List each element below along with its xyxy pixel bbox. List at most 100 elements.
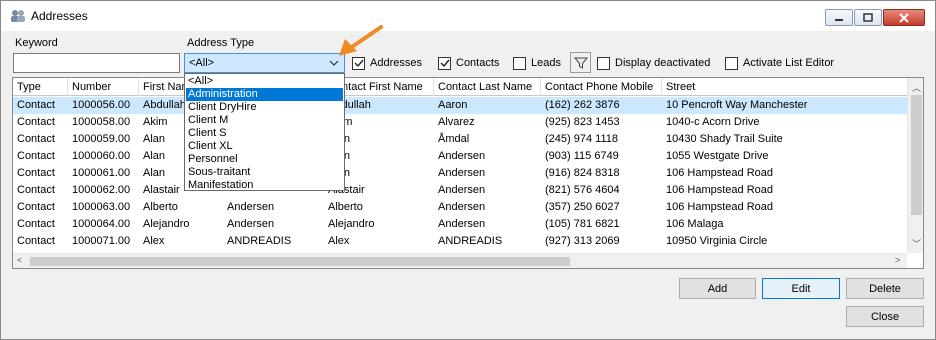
maximize-button[interactable] [854, 9, 882, 26]
window-title: Addresses [31, 9, 88, 23]
cell-contact-first-name: Alejandro [328, 218, 375, 230]
addresses-window: Addresses Keyword Address Type <All> Add… [0, 0, 936, 340]
table-row[interactable]: Contact 1000056.00 Abdullah Abdullah Aaron (1… [13, 97, 909, 114]
dropdown-option-manifestation[interactable]: Manifestation [186, 179, 343, 192]
column-header-contact-last-name[interactable]: Contact Last Name [434, 78, 541, 96]
minimize-button[interactable] [825, 9, 853, 26]
cell-number: 1000056.00 [72, 99, 131, 111]
cell-number: 1000061.00 [72, 167, 131, 179]
vertical-scroll-thumb[interactable] [911, 95, 922, 215]
horizontal-scroll-thumb[interactable] [30, 257, 570, 266]
column-header-type[interactable]: Type [13, 78, 68, 96]
cell-contact-phone-mobile: (162) 262 3876 [545, 99, 620, 111]
cell-contact-phone-mobile: (927) 313 2069 [545, 235, 620, 247]
cell-contact-last-name: Andersen [438, 150, 486, 162]
grid-header: Type Number First Name Contact First Nam… [13, 78, 909, 96]
table-row[interactable]: Contact1000058.00AkimAkimAlvarez(925) 82… [13, 114, 909, 131]
annotation-arrow-icon [339, 25, 383, 56]
scroll-down-icon[interactable]: ﹀ [912, 237, 921, 250]
filter-button[interactable] [570, 52, 591, 73]
contacts-icon [11, 10, 25, 22]
column-header-number[interactable]: Number [68, 78, 139, 96]
dropdown-option-client-m[interactable]: Client M [186, 114, 343, 127]
vertical-scrollbar[interactable]: ︿ ﹀ [907, 78, 923, 253]
address-type-dropdown-list: <All> Administration Client DryHire Clie… [184, 73, 345, 191]
cell-first-name: Alejandro [143, 218, 190, 230]
cell-contact-phone-mobile: (357) 250 6027 [545, 201, 620, 213]
checkbox-box [725, 56, 738, 70]
cell-contact-last-name: Andersen [438, 218, 486, 230]
cell-number: 1000064.00 [72, 218, 131, 230]
address-type-label: Address Type [187, 37, 255, 49]
dropdown-option-sous-traitant[interactable]: Sous-traitant [186, 166, 343, 179]
funnel-icon [573, 57, 588, 69]
minimize-icon [835, 18, 843, 21]
scroll-right-icon[interactable]: > [895, 255, 900, 265]
column-header-street[interactable]: Street [662, 78, 909, 96]
close-button[interactable]: Close [846, 306, 924, 327]
cell-type: Contact [17, 99, 55, 111]
cell-street: 106 Malaga [666, 218, 724, 230]
keyword-input[interactable] [13, 53, 180, 73]
table-row[interactable]: Contact 1000062.00 Alastair Alastair Anderse… [13, 182, 909, 199]
contacts-checkbox[interactable]: Contacts [438, 55, 499, 71]
checkmark-icon [440, 59, 450, 67]
scroll-up-icon[interactable]: ︿ [912, 81, 921, 94]
dropdown-option-all[interactable]: <All> [186, 75, 343, 88]
edit-button[interactable]: Edit [762, 278, 840, 299]
close-window-button[interactable] [883, 9, 925, 26]
table-row[interactable]: Contact1000060.00AlanAlanAndersen(903) 1… [13, 148, 909, 165]
dropdown-option-administration[interactable]: Administration [186, 88, 343, 101]
cell-contact-first-name: Alex [328, 235, 350, 247]
checkbox-box [438, 56, 451, 70]
cell-number: 1000058.00 [72, 116, 131, 128]
dropdown-option-personnel[interactable]: Personnel [186, 153, 343, 166]
cell-number: 1000060.00 [72, 150, 131, 162]
activate-list-editor-label: Activate List Editor [743, 57, 835, 69]
cell-type: Contact [17, 150, 55, 162]
column-header-contact-phone-mobile[interactable]: Contact Phone Mobile [541, 78, 662, 96]
activate-list-editor-checkbox[interactable]: Activate List Editor [725, 55, 834, 71]
cell-contact-phone-mobile: (916) 824 8318 [545, 167, 620, 179]
dropdown-option-client-dryhire[interactable]: Client DryHire [186, 101, 343, 114]
cell-contact-first-name: Alberto [328, 201, 363, 213]
contacts-checkbox-label: Contacts [456, 57, 500, 69]
cell-contact-phone-mobile: (903) 115 6749 [545, 150, 619, 162]
table-row[interactable]: Contact 1000064.00 Alejandro Andersen Alejan… [13, 216, 909, 233]
checkbox-box [513, 56, 526, 70]
table-row[interactable]: Contact 1000063.00 Alberto Andersen Alberto A… [13, 199, 909, 216]
title-bar: Addresses [1, 1, 935, 31]
table-row[interactable]: Contact 1000071.00 Alex ANDREADIS Alex ANDREA… [13, 233, 909, 250]
leads-checkbox[interactable]: Leads [513, 55, 561, 71]
cell-street: 10 Pencroft Way Manchester [666, 99, 808, 111]
add-button[interactable]: Add [679, 278, 756, 299]
cell-number: 1000059.00 [72, 133, 131, 145]
cell-type: Contact [17, 235, 55, 247]
cell-number: 1000062.00 [72, 184, 131, 196]
dropdown-option-client-s[interactable]: Client S [186, 127, 343, 140]
keyword-label: Keyword [15, 37, 58, 49]
cell-type: Contact [17, 116, 55, 128]
dropdown-option-client-xl[interactable]: Client XL [186, 140, 343, 153]
table-row[interactable]: Contact1000059.00AlanAlanÅmdal(245) 974 … [13, 131, 909, 148]
cell-contact-last-name: Andersen [438, 201, 486, 213]
cell-contact-last-name: Andersen [438, 167, 486, 179]
table-row[interactable]: Contact1000061.00AlanAlanAndersen(916) 8… [13, 165, 909, 182]
cell-number: 1000063.00 [72, 201, 131, 213]
cell-street: 106 Hampstead Road [666, 184, 774, 196]
maximize-icon [863, 13, 873, 22]
horizontal-scrollbar[interactable]: < > [13, 253, 907, 268]
cell-street: 1040-c Acorn Drive [666, 116, 760, 128]
cell-first-name: Alex [143, 235, 165, 247]
delete-button[interactable]: Delete [846, 278, 924, 299]
addresses-grid[interactable]: Type Number First Name Contact First Nam… [12, 77, 924, 269]
cell-contact-phone-mobile: (245) 974 1118 [545, 133, 618, 145]
cell-unlabeled: Andersen [227, 201, 275, 213]
display-deactivated-label: Display deactivated [615, 57, 711, 69]
cell-type: Contact [17, 167, 55, 179]
address-type-select[interactable]: <All> [184, 53, 345, 73]
display-deactivated-checkbox[interactable]: Display deactivated [597, 55, 710, 71]
scroll-left-icon[interactable]: < [17, 255, 22, 265]
leads-checkbox-label: Leads [531, 57, 561, 69]
cell-street: 10430 Shady Trail Suite [666, 133, 783, 145]
